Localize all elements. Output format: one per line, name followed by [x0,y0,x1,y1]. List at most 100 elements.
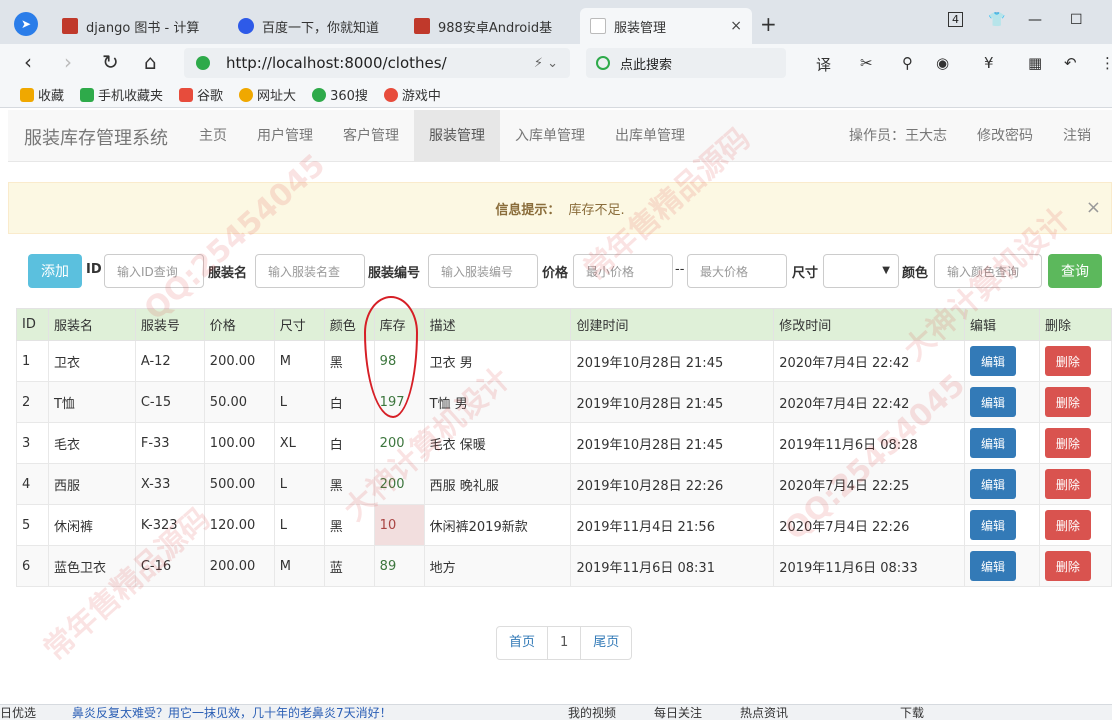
undo-icon[interactable]: ↶ [1064,54,1077,72]
scissors-icon[interactable]: ✂ [860,54,873,72]
nav-outbound[interactable]: 出库单管理 [600,110,700,162]
url-text: http://localhost:8000/clothes/ [226,54,447,72]
cell-size: XL [273,422,325,464]
cell-delete: 删除 [1038,545,1112,587]
cell-code: F-33 [134,422,205,464]
edit-button[interactable]: 编辑 [969,469,1016,499]
address-bar[interactable]: http://localhost:8000/clothes/ ⚡ ⌄ [184,48,570,78]
name-search-input[interactable]: 输入服装名查 [255,254,365,288]
app-brand[interactable]: 服装库存管理系统 [24,124,168,150]
last-page-link[interactable]: 尾页 [581,627,631,659]
cell-stock: 98 [373,340,425,382]
reload-icon[interactable]: ↻ [102,50,119,74]
id-search-input[interactable]: 输入ID查询 [104,254,204,288]
size-select[interactable]: ▼ [823,254,899,288]
edit-button[interactable]: 编辑 [969,387,1016,417]
status-video[interactable]: 我的视频 [568,705,616,720]
delete-button[interactable]: 删除 [1044,428,1091,458]
edit-button[interactable]: 编辑 [969,551,1016,581]
bookmarks-bar: 收藏 手机收藏夹 谷歌 网址大 360搜 游戏中 [0,82,1112,108]
delete-button[interactable]: 删除 [1044,510,1091,540]
change-password-link[interactable]: 修改密码 [962,110,1048,162]
browser-tab-2[interactable]: 百度一下，你就知道 [228,8,398,44]
browser-search-box[interactable]: 点此搜索 [586,48,786,78]
maximize-icon[interactable]: ☐ [1070,12,1083,28]
chevron-down-icon[interactable]: ⚡ ⌄ [534,56,558,71]
bookmark-item[interactable]: 谷歌 [179,85,223,104]
browser-tab-3[interactable]: 988安卓Android基 [404,8,574,44]
cell-code: A-12 [134,340,205,382]
code-search-input[interactable]: 输入服装编号 [428,254,538,288]
cell-name: 卫衣 [47,340,136,382]
nav-clothes[interactable]: 服装管理 [414,110,500,162]
nav-home[interactable]: 主页 [184,110,242,162]
filter-bar: 添加 ID 输入ID查询 服装名 输入服装名查 服装编号 输入服装编号 价格 最… [28,254,1108,288]
close-icon[interactable]: × [720,18,742,34]
app-navbar: 服装库存管理系统 主页 用户管理 客户管理 服装管理 入库单管理 出库单管理 操… [8,110,1112,162]
bookmark-item[interactable]: 游戏中 [383,85,441,104]
delete-button[interactable]: 删除 [1044,469,1091,499]
cell-id: 4 [16,463,49,505]
status-left[interactable]: 日优选 [0,705,36,720]
browser-logo-icon[interactable]: ➤ [14,12,38,36]
browser-tab-active[interactable]: 服装管理 × [580,8,752,44]
bookmark-item[interactable]: 手机收藏夹 [80,85,163,104]
apps-grid-icon[interactable]: ▦ [1028,54,1042,72]
col-header-size: 尺寸 [273,308,325,341]
tab-title: django 图书 - 计算 [86,20,200,36]
cell-code: K-323 [134,504,205,546]
status-download[interactable]: 下载 [900,705,924,720]
edit-button[interactable]: 编辑 [969,346,1016,376]
cell-modified: 2020年7月4日 22:26 [773,504,965,546]
forward-icon[interactable]: › [64,50,72,74]
back-icon[interactable]: ‹ [24,50,32,74]
menu-icon[interactable]: ⋮ [1100,54,1112,72]
status-follow[interactable]: 每日关注 [654,705,702,720]
table-row: 6 蓝色卫衣 C-16 200.00 M 蓝 89 地方 2019年11月6日 … [16,545,1112,587]
min-price-input[interactable]: 最小价格 [573,254,673,288]
minimize-icon[interactable]: — [1028,12,1042,28]
tab-count-badge[interactable]: 4 [948,12,963,27]
translate-icon[interactable]: 译 [816,54,831,75]
nav-customers[interactable]: 客户管理 [328,110,414,162]
browser-tab-1[interactable]: django 图书 - 计算 [52,8,222,44]
bookmark-item[interactable]: 收藏 [20,85,64,104]
search-button[interactable]: 查询 [1048,254,1102,288]
first-page-link[interactable]: 首页 [497,627,549,659]
bookmark-item[interactable]: 网址大 [239,85,296,104]
delete-button[interactable]: 删除 [1044,346,1091,376]
status-hot[interactable]: 热点资讯 [740,705,788,720]
alert-message: 库存不足. [568,202,625,218]
nav-users[interactable]: 用户管理 [242,110,328,162]
cell-id: 6 [16,545,49,587]
color-search-input[interactable]: 输入颜色查询 [934,254,1042,288]
color-label: 颜色 [902,266,929,281]
tab-favicon-icon [62,18,78,34]
cell-modified: 2019年11月6日 08:33 [773,545,965,587]
shirt-icon[interactable]: 👕 [988,12,1005,28]
status-news-link[interactable]: 鼻炎反复太难受？用它一抹见效，几十年的老鼻炎7天消好！ [72,705,392,720]
bookmark-item[interactable]: 360搜 [312,85,368,104]
cell-name: 蓝色卫衣 [47,545,136,587]
max-price-input[interactable]: 最大价格 [687,254,787,288]
game-icon[interactable]: ◉ [936,54,949,72]
cell-price: 500.00 [203,463,275,505]
cell-id: 5 [16,504,49,546]
edit-button[interactable]: 编辑 [969,510,1016,540]
coupon-icon[interactable]: ¥ [984,54,994,72]
logout-link[interactable]: 注销 [1048,110,1106,162]
security-icon [196,56,210,70]
delete-button[interactable]: 删除 [1044,551,1091,581]
chevron-down-icon: ▼ [882,265,890,276]
star-icon [20,87,34,102]
new-tab-button[interactable]: + [760,12,777,36]
nav-inbound[interactable]: 入库单管理 [500,110,600,162]
close-icon[interactable]: × [1086,197,1101,218]
delete-button[interactable]: 删除 [1044,387,1091,417]
range-separator: -- [675,262,685,277]
current-page[interactable]: 1 [548,627,582,659]
home-icon[interactable]: ⌂ [144,50,157,74]
edit-button[interactable]: 编辑 [969,428,1016,458]
add-button[interactable]: 添加 [28,254,82,288]
magnifier-icon[interactable]: ⚲ [902,54,913,72]
